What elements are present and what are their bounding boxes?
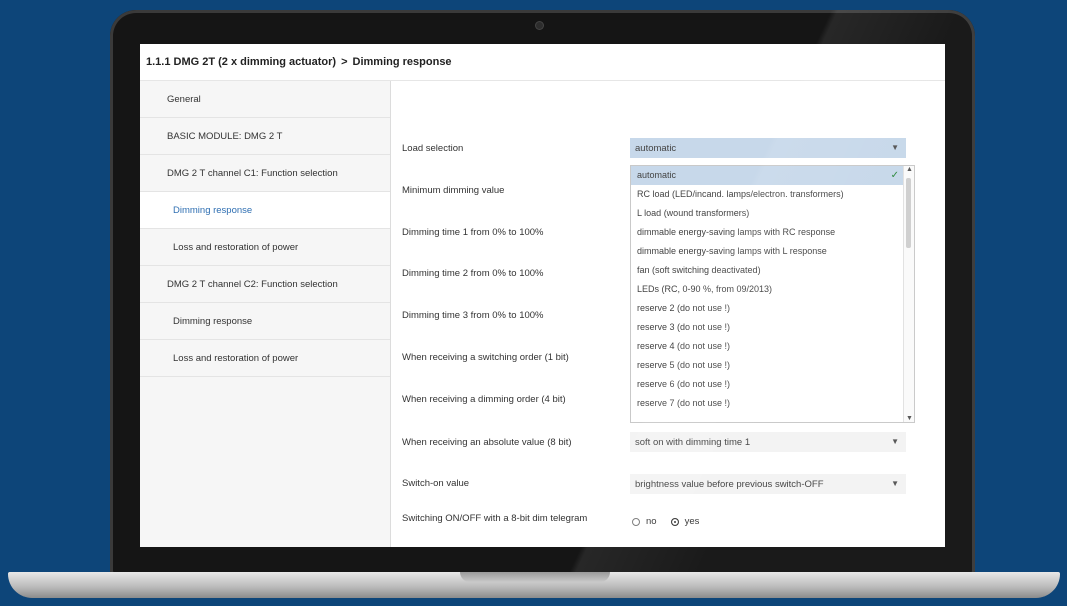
option-label: automatic (637, 170, 677, 180)
absolute-value-label: When receiving an absolute value (8 bit) (402, 437, 572, 448)
dropdown-option[interactable]: fan (soft switching deactivated) (631, 261, 905, 280)
sidebar-item-label: Dimming response (173, 315, 253, 327)
dropdown-option[interactable]: reserve 3 (do not use !) (631, 318, 905, 337)
dropdown-option[interactable]: dimmable energy-saving lamps with RC res… (631, 223, 905, 242)
option-label: reserve 5 (do not use !) (637, 360, 731, 370)
dropdown-option[interactable]: reserve 2 (do not use !) (631, 299, 905, 318)
scroll-down-icon[interactable]: ▼ (906, 415, 913, 422)
radio-yes[interactable] (670, 517, 679, 526)
dropdown-option[interactable]: reserve 7 (do not use !) (631, 394, 905, 413)
chevron-down-icon: ▼ (891, 437, 899, 446)
chevron-down-icon: ▼ (891, 479, 899, 488)
dim-time-3-label: Dimming time 3 from 0% to 100% (402, 310, 544, 321)
check-icon: ✓ (890, 170, 899, 181)
option-label: dimmable energy-saving lamps with L resp… (637, 246, 827, 256)
radio-no[interactable] (632, 517, 640, 526)
absolute-value-select[interactable]: soft on with dimming time 1 ▼ (630, 432, 906, 452)
sidebar-item-label: Loss and restoration of power (173, 352, 299, 364)
dropdown-option[interactable]: LEDs (RC, 0-90 %, from 09/2013) (631, 280, 905, 299)
dim-time-1-label: Dimming time 1 from 0% to 100% (402, 227, 544, 238)
dropdown-option[interactable]: reserve 6 (do not use !) (631, 375, 905, 394)
radio-no-label: no (646, 516, 657, 527)
sidebar-item-label: Dimming response (173, 204, 253, 216)
sidebar-item-basic-module[interactable]: BASIC MODULE: DMG 2 T (140, 118, 390, 155)
radio-yes-label: yes (684, 516, 700, 527)
sidebar-item-c2-loss-restoration[interactable]: Loss and restoration of power (140, 340, 390, 377)
option-label: fan (soft switching deactivated) (637, 265, 761, 275)
select-value: automatic (635, 142, 677, 154)
dim-time-2-label: Dimming time 2 from 0% to 100% (402, 268, 544, 279)
switching-order-label: When receiving a switching order (1 bit) (402, 352, 569, 363)
page-title: Dimming response (352, 56, 452, 68)
option-label: RC load (LED/incand. lamps/electron. tra… (637, 189, 844, 199)
scroll-up-icon[interactable]: ▲ (906, 166, 913, 173)
dropdown-option[interactable]: RC load (LED/incand. lamps/electron. tra… (631, 185, 905, 204)
option-label: reserve 7 (do not use !) (637, 398, 731, 408)
sidebar-item-label: Loss and restoration of power (173, 241, 299, 253)
switch-on-value-select[interactable]: brightness value before previous switch-… (630, 474, 906, 494)
switch-on-value-label: Switch-on value (402, 478, 470, 489)
chevron-down-icon: ▼ (891, 143, 899, 152)
dropdown-option[interactable]: reserve 5 (do not use !) (631, 356, 905, 375)
title-bar: 1.1.1 DMG 2T (2 x dimming actuator) > Di… (140, 44, 945, 81)
sidebar-item-label: BASIC MODULE: DMG 2 T (167, 130, 283, 142)
dropdown-scrollbar[interactable]: ▲ ▼ (903, 166, 914, 422)
breadcrumb-separator: > (341, 56, 348, 68)
select-value: brightness value before previous switch-… (635, 478, 824, 490)
sidebar-item-c2-dimming-response[interactable]: Dimming response (140, 303, 390, 340)
scrollbar-thumb[interactable] (906, 178, 911, 248)
switching-8bit-radio-group: no yes (632, 516, 713, 527)
dropdown-option[interactable]: automatic ✓ (631, 166, 905, 185)
laptop-notch (460, 572, 610, 582)
select-value: soft on with dimming time 1 (635, 436, 751, 448)
sidebar-item-c1-function-selection[interactable]: DMG 2 T channel C1: Function selection (140, 155, 390, 192)
sidebar-item-c1-dimming-response[interactable]: Dimming response (140, 192, 390, 229)
load-selection-select[interactable]: automatic ▼ (630, 138, 906, 158)
parameter-panel: Load selection automatic ▼ Minimum dimmi… (391, 81, 945, 547)
sidebar-item-general[interactable]: General (140, 81, 390, 118)
dropdown-option[interactable]: L load (wound transformers) (631, 204, 905, 223)
sidebar-item-c1-loss-restoration[interactable]: Loss and restoration of power (140, 229, 390, 266)
option-label: reserve 4 (do not use !) (637, 341, 731, 351)
option-label: L load (wound transformers) (637, 208, 750, 218)
switching-8bit-label: Switching ON/OFF with a 8-bit dim telegr… (402, 513, 588, 524)
breadcrumb-device[interactable]: 1.1.1 DMG 2T (2 x dimming actuator) (146, 56, 336, 68)
option-label: reserve 2 (do not use !) (637, 303, 731, 313)
dropdown-option[interactable]: reserve 4 (do not use !) (631, 337, 905, 356)
dimming-order-label: When receiving a dimming order (4 bit) (402, 394, 566, 405)
webcam (536, 22, 543, 29)
option-label: reserve 6 (do not use !) (637, 379, 731, 389)
min-dimming-label: Minimum dimming value (402, 185, 505, 196)
load-selection-label: Load selection (402, 143, 464, 154)
sidebar-item-label: General (167, 93, 201, 105)
sidebar-item-c2-function-selection[interactable]: DMG 2 T channel C2: Function selection (140, 266, 390, 303)
app-window: 1.1.1 DMG 2T (2 x dimming actuator) > Di… (140, 44, 945, 547)
dropdown-option[interactable]: dimmable energy-saving lamps with L resp… (631, 242, 905, 261)
option-label: LEDs (RC, 0-90 %, from 09/2013) (637, 284, 773, 294)
parameter-tree: General BASIC MODULE: DMG 2 T DMG 2 T ch… (140, 81, 391, 547)
sidebar-item-label: DMG 2 T channel C1: Function selection (167, 167, 338, 179)
load-selection-dropdown: automatic ✓ RC load (LED/incand. lamps/el… (630, 165, 915, 423)
option-label: reserve 3 (do not use !) (637, 322, 731, 332)
option-label: dimmable energy-saving lamps with RC res… (637, 227, 836, 237)
sidebar-item-label: DMG 2 T channel C2: Function selection (167, 278, 338, 290)
